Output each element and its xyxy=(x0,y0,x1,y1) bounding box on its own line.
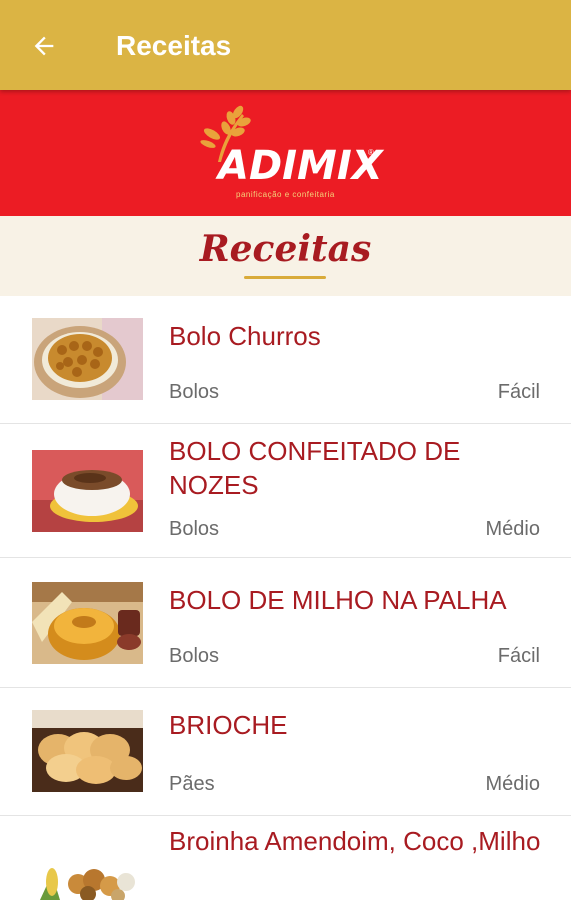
list-item[interactable]: Bolo Churros Bolos Fácil xyxy=(0,296,571,424)
back-button[interactable] xyxy=(26,28,62,64)
recipe-name: BOLO DE MILHO NA PALHA xyxy=(169,585,507,615)
recipe-difficulty: Fácil xyxy=(497,381,540,403)
recipe-image xyxy=(32,582,143,664)
recipe-image xyxy=(32,710,143,792)
recipe-name: BRIOCHE xyxy=(169,710,288,740)
recipe-image xyxy=(32,844,143,900)
recipe-name: BOLO CONFEITADO DE NOZES xyxy=(169,436,461,500)
recipe-category: Bolos xyxy=(169,645,220,667)
page-title: Receitas xyxy=(116,30,232,61)
section-title: Receitas xyxy=(199,228,372,270)
recipe-difficulty: Médio xyxy=(485,773,540,795)
title-underline xyxy=(244,276,326,279)
recipe-name: Broinha Amendoim, Coco ,Milho xyxy=(169,826,541,856)
recipe-name: Bolo Churros xyxy=(169,321,321,351)
logo-tagline: panificação e confeitaria xyxy=(236,190,335,199)
recipe-image xyxy=(32,318,143,400)
list-item[interactable]: Broinha Amendoim, Coco ,Milho xyxy=(0,816,571,900)
app-bar: Receitas xyxy=(0,0,571,90)
recipe-difficulty: Fácil xyxy=(497,645,540,667)
recipe-category: Pães xyxy=(169,773,215,795)
list-item[interactable]: BOLO DE MILHO NA PALHA Bolos Fácil xyxy=(0,558,571,688)
list-item[interactable]: BOLO CONFEITADO DE NOZES Bolos Médio xyxy=(0,424,571,558)
arrow-left-icon xyxy=(34,36,54,56)
recipe-category: Bolos xyxy=(169,381,220,403)
registered-mark: ® xyxy=(368,148,374,157)
adimix-logo: ADIMIX ® panificação e confeitaria xyxy=(196,104,386,204)
recipe-category: Bolos xyxy=(169,518,220,540)
recipe-image xyxy=(32,450,143,532)
recipe-difficulty: Médio xyxy=(485,518,540,540)
logo-wordmark: ADIMIX xyxy=(218,143,383,189)
list-item[interactable]: BRIOCHE Pães Médio xyxy=(0,688,571,816)
